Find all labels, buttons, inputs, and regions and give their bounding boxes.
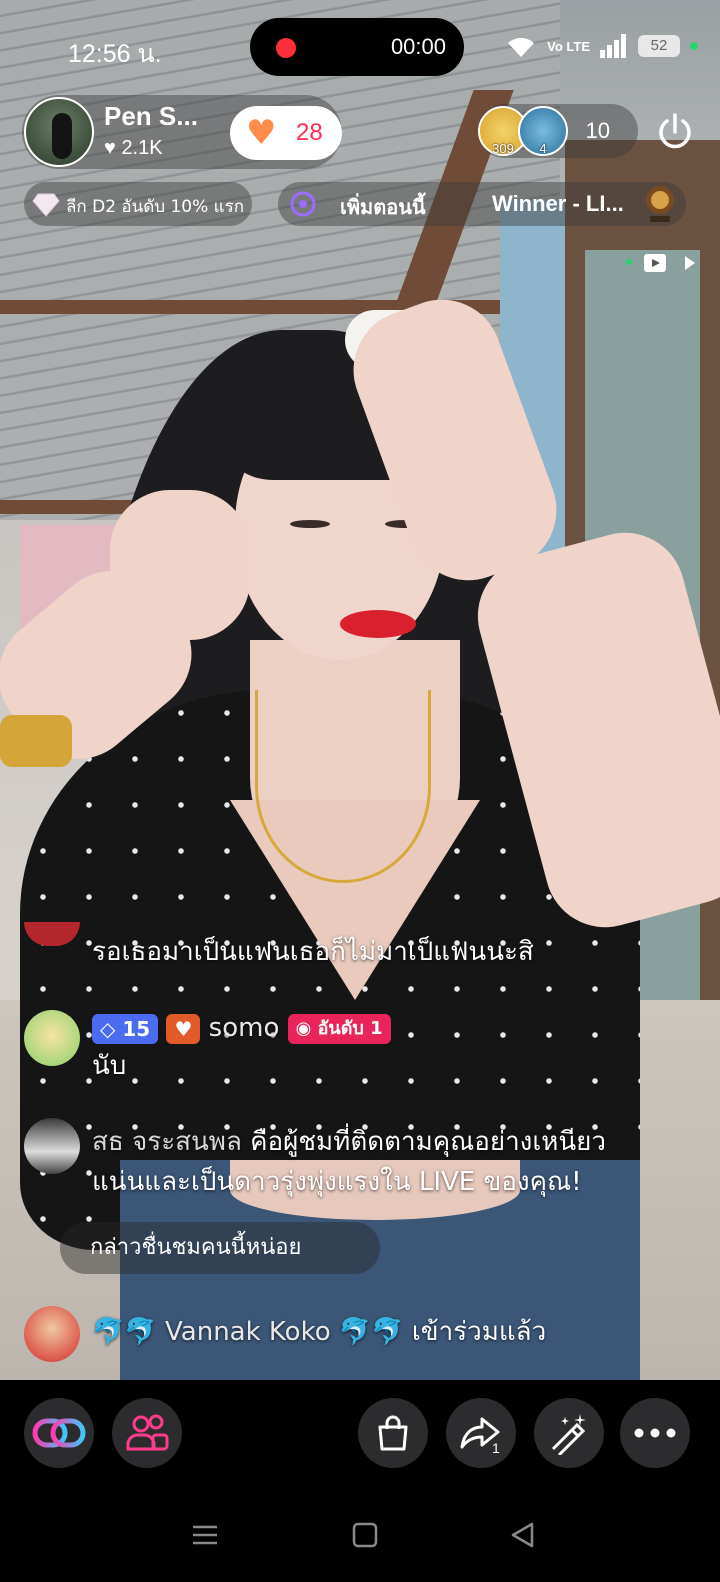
rank-text: อันดับ 1 [317,1017,383,1039]
comment-text: รอเธอมาเป็นแฟนเธอก็ไม่มาเป็แฟนนะสิ [92,937,534,967]
second-viewer-avatar[interactable]: 4 [518,106,568,156]
league-rank-pill[interactable]: ลีก D2 อันดับ 10% แรก [24,182,252,226]
privacy-dot-icon [690,42,698,50]
link-button[interactable] [24,1398,94,1468]
commenter-avatar[interactable] [24,922,80,946]
comment-item[interactable]: ◇ 15 ♥ somo ◉ อันดับ 1 นับ [24,1010,704,1090]
screen-recording-indicator[interactable]: 00:00 [250,18,464,76]
level-diamond-icon: ◇ [100,1016,116,1041]
live-dot-icon [626,259,632,265]
status-bar: 12:56 น. 00:00 Vo LTE 52 [0,0,720,90]
commenter-avatar[interactable] [24,1306,80,1362]
goal-ticker[interactable]: เพิ่มตอนนี้ Winner - LI... [278,182,686,226]
commenter-name[interactable]: สธ จระสนพล [92,1127,242,1157]
rank-badge: ◉ อันดับ 1 [287,1013,391,1044]
recording-timer: 00:00 [390,34,446,59]
live-stream-screen: 12:56 น. 00:00 Vo LTE 52 Pen S... ♥ 2.1K… [0,0,720,1582]
winner-label: Winner - LI... [492,191,624,216]
commenter-avatar[interactable] [24,1118,80,1174]
record-dot-icon [276,38,296,58]
comment-text: คือผู้ชมที่ติดตามคุณอย่างเหนียว [250,1127,607,1157]
trophy-icon [646,186,674,222]
signal-icon [600,34,626,58]
system-navigation-bar [0,1492,720,1582]
magic-wand-icon [551,1414,586,1455]
second-viewer-score: 4 [539,141,547,156]
comment-text: นับ [92,1051,127,1081]
dolphin-icon: 🐬🐬 [92,1317,157,1347]
comment-item[interactable]: สธ จระสนพล คือผู้ชมที่ติดตามคุณอย่างเหนี… [24,1118,704,1208]
stopwatch-icon: ◉ [295,1017,312,1039]
more-button[interactable] [620,1398,690,1468]
recents-menu-icon[interactable] [190,1520,220,1550]
home-square-icon[interactable] [350,1520,380,1550]
orange-heart-icon: ♥ [246,113,277,153]
host-avatar[interactable] [24,97,94,167]
goal-add-now: เพิ่มตอนนี้ [340,195,426,219]
shopping-bag-icon [378,1415,408,1451]
commenter-name[interactable]: somo [209,1013,280,1043]
back-triangle-icon[interactable] [508,1520,538,1550]
host-likes: ♥ 2.1K [104,137,163,160]
comment-item[interactable]: รอเธอมาเป็นแฟนเธอก็ไม่มาเป็แฟนนะสิ [24,922,704,982]
target-icon [290,191,316,217]
viewer-list[interactable]: 309 4 10 [478,104,638,158]
praise-suggestion-button[interactable]: กล่าวชื่นชมคนนี้หน่อย [60,1222,380,1274]
dolphin-icon: 🐬🐬 [338,1317,404,1347]
clock: 12:56 น. [68,40,162,68]
fan-badge-icon: ♥ [166,1013,201,1044]
heart-icon: ♥ [104,137,116,159]
join-notice[interactable]: 🐬🐬 Vannak Koko 🐬🐬 เข้าร่วมแล้ว [24,1306,704,1362]
follow-count: 28 [296,119,323,146]
follow-button[interactable]: ♥ 28 [230,106,342,160]
wifi-icon [508,37,535,57]
end-live-power-icon[interactable] [655,112,695,152]
commenter-name[interactable]: Vannak Koko [165,1317,331,1347]
viewer-count: 10 [585,118,610,143]
level-number: 15 [122,1016,151,1041]
shop-button[interactable] [358,1398,428,1468]
share-button[interactable]: 1 [446,1398,516,1468]
media-icon[interactable] [642,250,668,276]
chevron-right-icon[interactable] [682,254,698,272]
link-icon [32,1418,86,1448]
diamond-icon [32,193,60,217]
league-rank-text: ลีก D2 อันดับ 10% แรก [66,197,245,217]
join-text: เข้าร่วมแล้ว [411,1317,547,1347]
share-count: 1 [492,1440,500,1456]
people-icon [126,1414,169,1451]
battery-icon: 52 [638,35,680,57]
side-controls [620,248,710,280]
host-name: Pen S... [104,101,198,131]
system-icons: Vo LTE 52 [505,28,698,64]
comment-text-line2: แน่นและเป็นดาวรุ่งพุ่งแรงใน LIVE ของคุณ! [92,1167,582,1197]
guests-button[interactable] [112,1398,182,1468]
volte-icon: Vo LTE [547,38,590,54]
commenter-avatar[interactable] [24,1010,80,1066]
level-badge: ◇ 15 [92,1013,159,1044]
more-dots-icon [634,1428,676,1438]
effects-button[interactable] [534,1398,604,1468]
host-likes-count: 2.1K [121,137,163,159]
